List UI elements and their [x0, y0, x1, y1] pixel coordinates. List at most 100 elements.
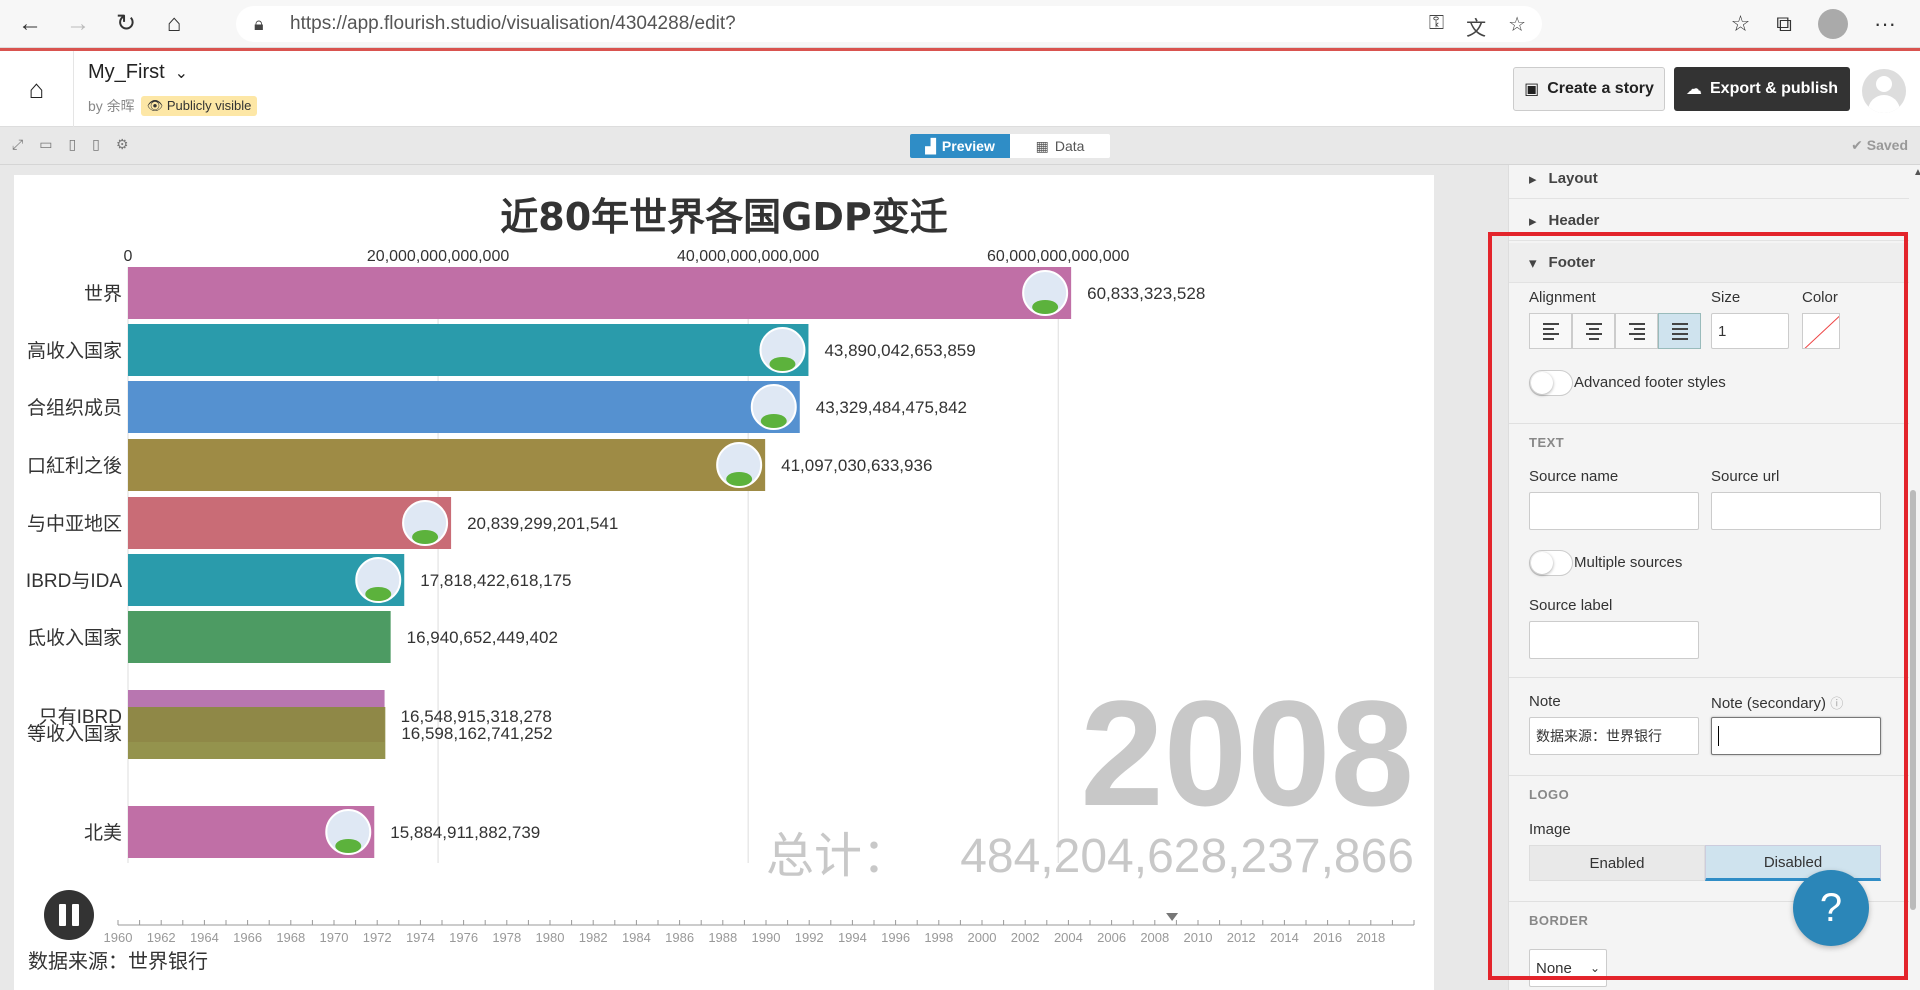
bar-label: 等收入国家 — [27, 723, 122, 745]
timeline-year-label: 1998 — [924, 930, 953, 945]
flag-icon — [726, 472, 753, 486]
flag-icon — [335, 839, 362, 853]
timeline-year-label: 1972 — [363, 930, 392, 945]
timeline-year-label: 1970 — [320, 930, 349, 945]
author-text: by 余晖 — [88, 98, 135, 114]
timeline-year-label: 2000 — [968, 930, 997, 945]
value-label: 41,097,030,633,936 — [781, 456, 932, 475]
value-label: 17,818,422,618,175 — [420, 571, 571, 590]
timeline-year-label: 1964 — [190, 930, 219, 945]
bar-label: 口紅利之後 — [27, 455, 122, 477]
home-icon[interactable]: ⌂ — [0, 51, 74, 127]
footer-highlight-box — [1488, 232, 1908, 980]
timeline-year-label: 1966 — [233, 930, 262, 945]
value-label: 15,884,911,882,739 — [390, 823, 540, 842]
timeline-year-label: 1968 — [276, 930, 305, 945]
lock-icon: 🔒︎ — [254, 14, 264, 34]
bar-label: IBRD与IDA — [26, 570, 122, 592]
x-tick-label: 60,000,000,000,000 — [987, 248, 1129, 265]
project-title-text[interactable]: My_First — [88, 61, 165, 83]
caret-right-icon: ▸ — [1529, 212, 1537, 230]
timeline-year-label: 2008 — [1140, 930, 1169, 945]
timeline-handle — [1166, 913, 1179, 921]
app-header: ⌂ My_First ⌄ by 余晖 👁︎ Publicly visible ▣ … — [0, 51, 1920, 127]
bar — [128, 381, 800, 433]
fullscreen-icon[interactable]: ⤢ — [12, 136, 23, 153]
project-title[interactable]: My_First ⌄ — [88, 61, 188, 84]
bar — [128, 439, 766, 491]
layout-section[interactable]: ▸ Layout — [1509, 165, 1909, 199]
timeline-year-label: 2016 — [1313, 930, 1342, 945]
visibility-badge[interactable]: 👁︎ Publicly visible — [140, 96, 258, 116]
total-value: 484,204,628,237,866 — [960, 830, 1414, 883]
create-story-button[interactable]: ▣ Create a story — [1513, 67, 1665, 111]
value-label: 20,839,299,201,541 — [467, 514, 618, 533]
more-menu-icon[interactable]: ··· — [1874, 11, 1896, 37]
settings-gear-icon[interactable]: ⚙ — [116, 136, 129, 153]
pause-button[interactable] — [44, 890, 94, 940]
forward-icon[interactable]: → — [60, 6, 96, 42]
timeline-year-label: 1990 — [752, 930, 781, 945]
collections-icon[interactable]: ⧉ — [1776, 11, 1792, 37]
key-icon[interactable]: ⚿ — [1429, 12, 1444, 41]
tab-data[interactable]: ▦ Data — [1010, 134, 1110, 158]
avatar[interactable] — [1862, 69, 1906, 113]
translate-icon[interactable]: 文 — [1466, 12, 1486, 41]
bar — [128, 707, 386, 759]
value-label: 16,598,162,741,252 — [401, 724, 552, 743]
chevron-down-icon[interactable]: ⌄ — [175, 65, 188, 82]
editor-toolbar: ⤢ ▭ ▯ ▯ ⚙ ▟ Preview ▦ Data ✔ Saved — [0, 127, 1920, 165]
x-tick-label: 20,000,000,000,000 — [367, 248, 509, 265]
timeline-year-label: 2002 — [1011, 930, 1040, 945]
total-label: 总计： — [766, 830, 910, 883]
bar-label: 氐收入国家 — [27, 627, 122, 649]
browser-profile-icon[interactable] — [1818, 9, 1849, 39]
timeline-year-label: 1980 — [536, 930, 565, 945]
mobile-icon[interactable]: ▯ — [92, 136, 100, 153]
bar-chart-race: 近80年世界各国GDP变迁 0 20,000,000,000,000 40,000,0… — [26, 195, 1415, 945]
table-icon: ▦ — [1035, 137, 1049, 154]
favorite-star-icon[interactable]: ☆ — [1508, 12, 1526, 41]
value-label: 43,890,042,653,859 — [824, 341, 975, 360]
timeline-year-label: 1976 — [449, 930, 478, 945]
timeline-year-label: 1986 — [665, 930, 694, 945]
timeline-year-label: 1984 — [622, 930, 651, 945]
refresh-icon[interactable]: ↻ — [108, 6, 144, 42]
bar-label: 北美 — [84, 822, 122, 844]
bar-label: 与中亚地区 — [27, 513, 122, 535]
bar-label: 世界 — [84, 283, 122, 305]
saved-status: ✔ Saved — [1851, 137, 1908, 153]
tablet-icon[interactable]: ▯ — [68, 136, 76, 153]
timeline-year-label: 2014 — [1270, 930, 1299, 945]
timeline-year-label: 1982 — [579, 930, 608, 945]
help-button[interactable]: ? — [1793, 870, 1869, 946]
timeline-year-label: 1988 — [708, 930, 737, 945]
chart-frame: 近80年世界各国GDP变迁 0 20,000,000,000,000 40,000,0… — [14, 175, 1434, 990]
flag-icon — [769, 357, 796, 371]
preview-canvas: 近80年世界各国GDP变迁 0 20,000,000,000,000 40,000,0… — [0, 165, 1508, 990]
bar — [128, 611, 391, 663]
timeline-year-label: 1962 — [147, 930, 176, 945]
byline: by 余晖 👁︎ Publicly visible — [88, 96, 258, 116]
bar-label: 合组织成员 — [27, 397, 122, 419]
sidebar-scrollbar[interactable] — [1910, 490, 1916, 910]
address-bar[interactable]: 🔒︎ https://app.flourish.studio/visualisa… — [236, 6, 1542, 42]
timeline-year-label: 1992 — [795, 930, 824, 945]
x-tick-label: 40,000,000,000,000 — [677, 248, 819, 265]
export-publish-button[interactable]: ☁ Export & publish — [1674, 67, 1850, 111]
back-icon[interactable]: ← — [12, 6, 48, 42]
tab-preview[interactable]: ▟ Preview — [910, 134, 1010, 158]
flag-icon — [365, 587, 392, 601]
footer-note: 数据来源：世界银行 — [28, 951, 208, 973]
desktop-icon[interactable]: ▭ — [39, 136, 52, 153]
flag-icon — [760, 414, 787, 428]
flag-icon — [412, 530, 439, 544]
bar — [128, 324, 809, 376]
flag-icon — [1032, 300, 1059, 314]
timeline-year-label: 1994 — [838, 930, 867, 945]
browser-home-icon[interactable]: ⌂ — [156, 6, 192, 42]
timeline-year-label: 1960 — [104, 930, 133, 945]
timeline-year-label: 1978 — [492, 930, 521, 945]
value-label: 16,940,652,449,402 — [407, 628, 558, 647]
favorites-icon[interactable]: ☆ — [1731, 11, 1751, 37]
